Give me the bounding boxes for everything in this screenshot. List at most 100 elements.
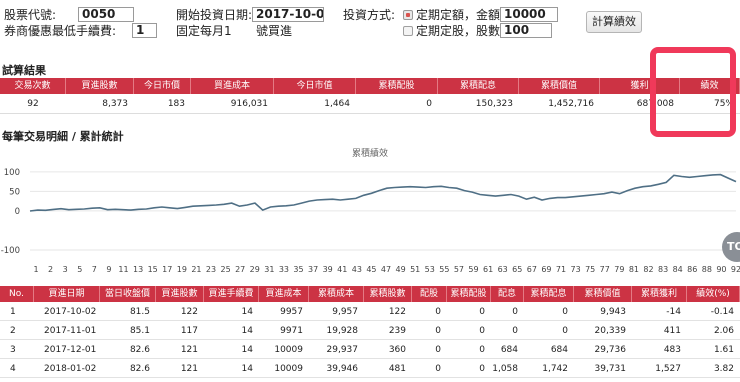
chart-x-tick-label: 81 — [629, 265, 639, 274]
chart-y-tick-label: 0 — [15, 207, 20, 217]
detail-header-total-shares: 累積股數 — [364, 286, 412, 302]
chart-x-tick-label: 21 — [191, 265, 201, 274]
summary-value-shares: 8,373 — [102, 99, 128, 109]
chart-x-tick-label: 92 — [731, 265, 740, 274]
method-label: 投資方式: — [343, 8, 396, 22]
table-cell: 0 — [435, 326, 441, 336]
table-cell: 0 — [435, 345, 441, 355]
chart-x-axis: 1 2 3 5 7 9 11 13 15 17 19 21 23 25 27 29 31 33 35 37 39 41 43… — [33, 265, 740, 274]
table-cell: 9957 — [280, 307, 303, 317]
chart-x-tick-label: 90 — [716, 265, 726, 274]
fixed-shares-label: 定期定股，股數: — [416, 24, 505, 38]
table-row: 3 2017-12-01 82.6 121 14 10009 29,937 360 0 0 684 6… — [0, 341, 740, 359]
chart-x-tick-label: 77 — [600, 265, 610, 274]
table-cell: 239 — [388, 326, 406, 336]
chart-x-tick-label: 53 — [425, 265, 435, 274]
chart-x-tick-label: 11 — [118, 265, 128, 274]
chart-x-tick-label: 82 — [643, 265, 653, 274]
result-heading: 試算結果 — [2, 64, 46, 77]
detail-header-stock-dividend: 配股 — [412, 286, 447, 302]
table-cell: 14 — [241, 326, 253, 336]
chart-grid — [30, 171, 736, 251]
detail-header-date: 買進日期 — [34, 286, 100, 302]
table-cell: 1,742 — [542, 364, 568, 374]
chart-x-tick-label: 55 — [439, 265, 449, 274]
detail-header-no: No. — [0, 286, 34, 302]
summary-header-shares: 買進股數 — [66, 78, 134, 94]
table-cell: 483 — [663, 345, 681, 355]
stock-code-input[interactable]: 0050 — [78, 7, 134, 22]
fee-input[interactable]: 1 — [132, 23, 157, 38]
fixed-amount-checkbox[interactable] — [403, 10, 413, 20]
table-cell: 14 — [241, 364, 253, 374]
chart-x-tick-label: 25 — [220, 265, 230, 274]
table-cell: 1,058 — [492, 364, 518, 374]
table-cell: 121 — [180, 364, 198, 374]
table-cell: 0 — [562, 326, 568, 336]
chart-x-tick-label: 7 — [92, 265, 97, 274]
table-cell: 0 — [562, 307, 568, 317]
table-cell: 0 — [479, 364, 485, 374]
chart-y-tick-label: -100 — [1, 246, 20, 256]
table-cell: 39,946 — [326, 364, 359, 374]
table-cell: 684 — [550, 345, 568, 355]
chart-x-tick-label: 3 — [63, 265, 68, 274]
summary-header-row: 交易次數 買進股數 今日市價 買進成本 今日市值 累積配股 累積配息 累積價值 … — [0, 78, 740, 94]
chart-x-tick-label: 84 — [673, 265, 683, 274]
detail-header-shares: 買進股數 — [156, 286, 204, 302]
table-cell: -0.14 — [710, 307, 734, 317]
summary-value-row: 92 8,373 183 916,031 1,464 0 150,323 1,4… — [0, 95, 740, 113]
stock-code-label: 股票代號: — [4, 8, 57, 22]
table-cell: 3.82 — [713, 364, 734, 374]
chart-x-tick-label: 29 — [250, 265, 260, 274]
summary-value-cost: 916,031 — [230, 99, 268, 109]
table-cell: 10009 — [274, 364, 303, 374]
summary-value-market-value: 1,464 — [324, 99, 350, 109]
table-cell: -14 — [666, 307, 681, 317]
table-cell: 39,731 — [594, 364, 627, 374]
table-cell: 0 — [512, 307, 518, 317]
chart-x-tick-label: 63 — [498, 265, 508, 274]
chart-x-tick-label: 49 — [395, 265, 405, 274]
detail-header-total-stock-dividend: 累積配股 — [447, 286, 491, 302]
table-cell: 2017-10-02 — [44, 307, 97, 317]
chart-x-tick-label: 59 — [468, 265, 478, 274]
fixed-amount-input[interactable]: 10000 — [500, 7, 558, 22]
summary-header-stock-dividend: 累積配股 — [356, 78, 438, 94]
table-cell: 121 — [180, 345, 198, 355]
chart-y-axis: 100 50 0 -100 — [1, 168, 20, 256]
chart-x-tick-label: 27 — [235, 265, 245, 274]
fixed-shares-input[interactable]: 100 — [500, 23, 552, 38]
fixed-amount-label: 定期定額，金額: — [416, 8, 505, 22]
summary-header-total-value: 累積價值 — [519, 78, 600, 94]
chart-x-tick-label: 15 — [148, 265, 158, 274]
table-row: 4 2018-01-02 82.6 121 14 10009 39,946 481 0 0 1,05… — [0, 360, 740, 378]
chart-x-tick-label: 47 — [381, 265, 391, 274]
table-cell: 360 — [388, 345, 406, 355]
table-cell: 411 — [663, 326, 681, 336]
start-date-input[interactable]: 2017-10-01 — [252, 7, 324, 22]
detail-header-total-cost: 累積成本 — [309, 286, 364, 302]
table-cell: 122 — [388, 307, 406, 317]
chart-x-tick-label: 51 — [410, 265, 420, 274]
summary-value-cash-dividend: 150,323 — [475, 99, 513, 109]
start-date-label: 開始投資日期: — [176, 8, 253, 22]
chart-x-tick-label: 75 — [585, 265, 595, 274]
chart-x-tick-label: 37 — [308, 265, 318, 274]
fixed-shares-checkbox[interactable] — [403, 26, 413, 36]
table-cell: 2 — [10, 326, 16, 336]
monthly-day-label: 固定每月1 — [176, 24, 232, 38]
chart-x-tick-label: 17 — [162, 265, 172, 274]
chart-x-tick-label: 35 — [293, 265, 303, 274]
chart-x-tick-label: 65 — [512, 265, 522, 274]
table-cell: 20,339 — [594, 326, 627, 336]
summary-header-market-value: 今日市值 — [274, 78, 356, 94]
detail-header-performance: 績效(%) — [687, 286, 740, 302]
calculate-button[interactable]: 計算績效 — [586, 11, 642, 33]
chart-x-tick-label: 39 — [323, 265, 333, 274]
summary-value-total-value: 1,452,716 — [548, 99, 594, 109]
summary-header-price: 今日市價 — [134, 78, 191, 94]
table-cell: 2.06 — [713, 326, 734, 336]
table-cell: 14 — [241, 345, 253, 355]
chart-x-tick-label: 57 — [454, 265, 464, 274]
